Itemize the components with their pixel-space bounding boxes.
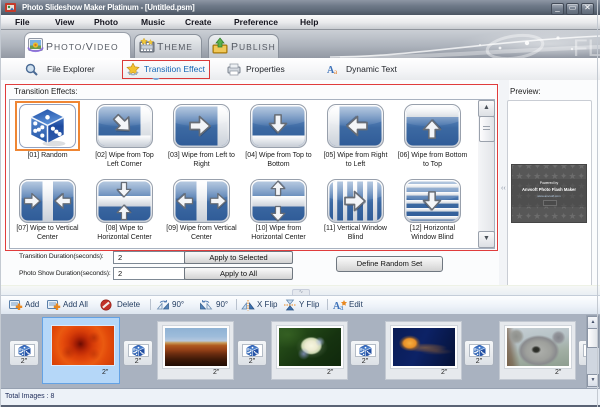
- svg-text:FL: FL: [573, 35, 600, 58]
- svg-text:a: a: [334, 68, 338, 76]
